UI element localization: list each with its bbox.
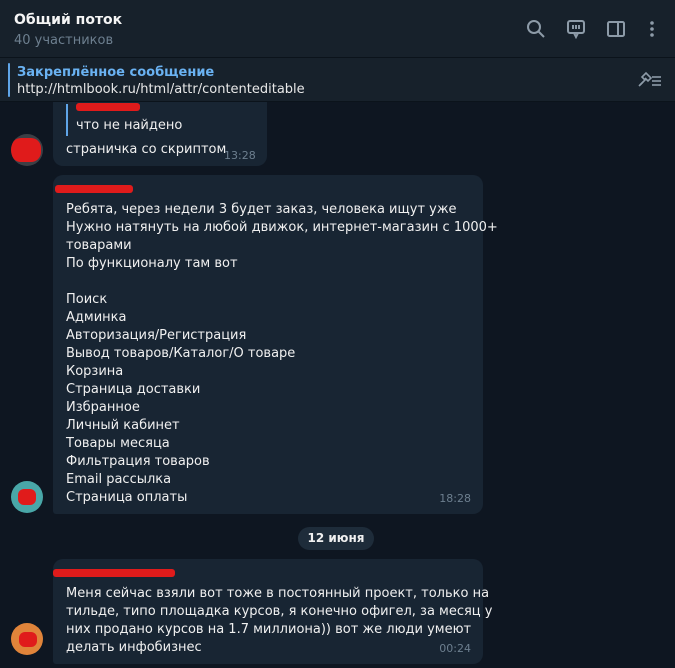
message-line: Вывод товаров/Каталог/О товаре — [66, 346, 296, 361]
reply-accent-bar — [66, 104, 68, 136]
chat-icon[interactable] — [566, 19, 586, 40]
sidebar-icon[interactable] — [606, 19, 626, 39]
pin-list-icon[interactable] — [637, 71, 663, 89]
member-count: 40 участников — [14, 33, 114, 48]
pinned-accent-bar — [8, 63, 10, 97]
message-line: Поиск — [66, 292, 108, 307]
message-line — [66, 273, 498, 291]
message-line: Личный кабинет — [66, 418, 180, 433]
message-line: Авторизация/Регистрация — [66, 328, 247, 343]
avatar-redaction — [19, 632, 37, 647]
message-line: Фильтрация товаров — [66, 454, 210, 469]
reply-text: что не найдено — [76, 118, 183, 133]
message-time: 00:24 — [439, 642, 471, 655]
pinned-label: Закреплённое сообщение — [17, 65, 215, 80]
message-body: Ребята, через недели 3 будет заказ, чело… — [66, 201, 498, 507]
chat-title[interactable]: Общий поток — [14, 12, 122, 28]
pinned-text[interactable]: http://htmlbook.ru/html/attr/contentedit… — [17, 82, 305, 97]
message-time: 13:28 — [224, 149, 256, 162]
redacted-name — [76, 103, 140, 111]
message-bubble: Ребята, через недели 3 будет заказ, чело… — [53, 175, 498, 514]
message-line: Email рассылка — [66, 472, 172, 487]
redacted-sender-name — [53, 569, 175, 577]
message-line: тильде, типо площадка курсов, я конечно … — [66, 604, 493, 619]
message-line: Корзина — [66, 364, 124, 379]
message-line: Ребята, через недели 3 будет заказ, чело… — [66, 202, 457, 217]
message-body: Меня сейчас взяли вот тоже в постоянный … — [66, 585, 493, 657]
message-line: Меня сейчас взяли вот тоже в постоянный … — [66, 586, 490, 601]
more-icon[interactable] — [642, 19, 662, 39]
avatar[interactable] — [11, 481, 43, 513]
message-text: страничка со скриптом — [66, 142, 227, 157]
message-line: Админка — [66, 310, 127, 325]
message-line: них продано курсов на 1.7 миллиона)) вот… — [66, 622, 472, 637]
message-line: Нужно натянуть на любой движок, интернет… — [66, 220, 498, 235]
message-line: делать инфобизнес — [66, 640, 202, 655]
message-line: Избранное — [66, 400, 140, 415]
message-bubble: Меня сейчас взяли вот тоже в постоянный … — [53, 559, 493, 664]
avatar[interactable] — [11, 623, 43, 655]
avatar[interactable] — [11, 134, 43, 166]
avatar-redaction — [11, 138, 41, 162]
search-icon[interactable] — [526, 19, 546, 39]
message-line: Страница доставки — [66, 382, 201, 397]
avatar-redaction — [18, 489, 36, 505]
date-separator[interactable]: 12 июня — [298, 527, 374, 550]
message-line: Страница оплаты — [66, 490, 188, 505]
message-line: По функционалу там вот — [66, 256, 238, 271]
redacted-sender-name — [55, 185, 133, 193]
pinned-message[interactable]: Закреплённое сообщение http://htmlbook.r… — [0, 58, 675, 102]
message-time: 18:28 — [439, 492, 471, 505]
chat-header: Общий поток 40 участников — [0, 0, 675, 58]
message-line: Товары месяца — [66, 436, 170, 451]
message-line: товарами — [66, 238, 132, 253]
